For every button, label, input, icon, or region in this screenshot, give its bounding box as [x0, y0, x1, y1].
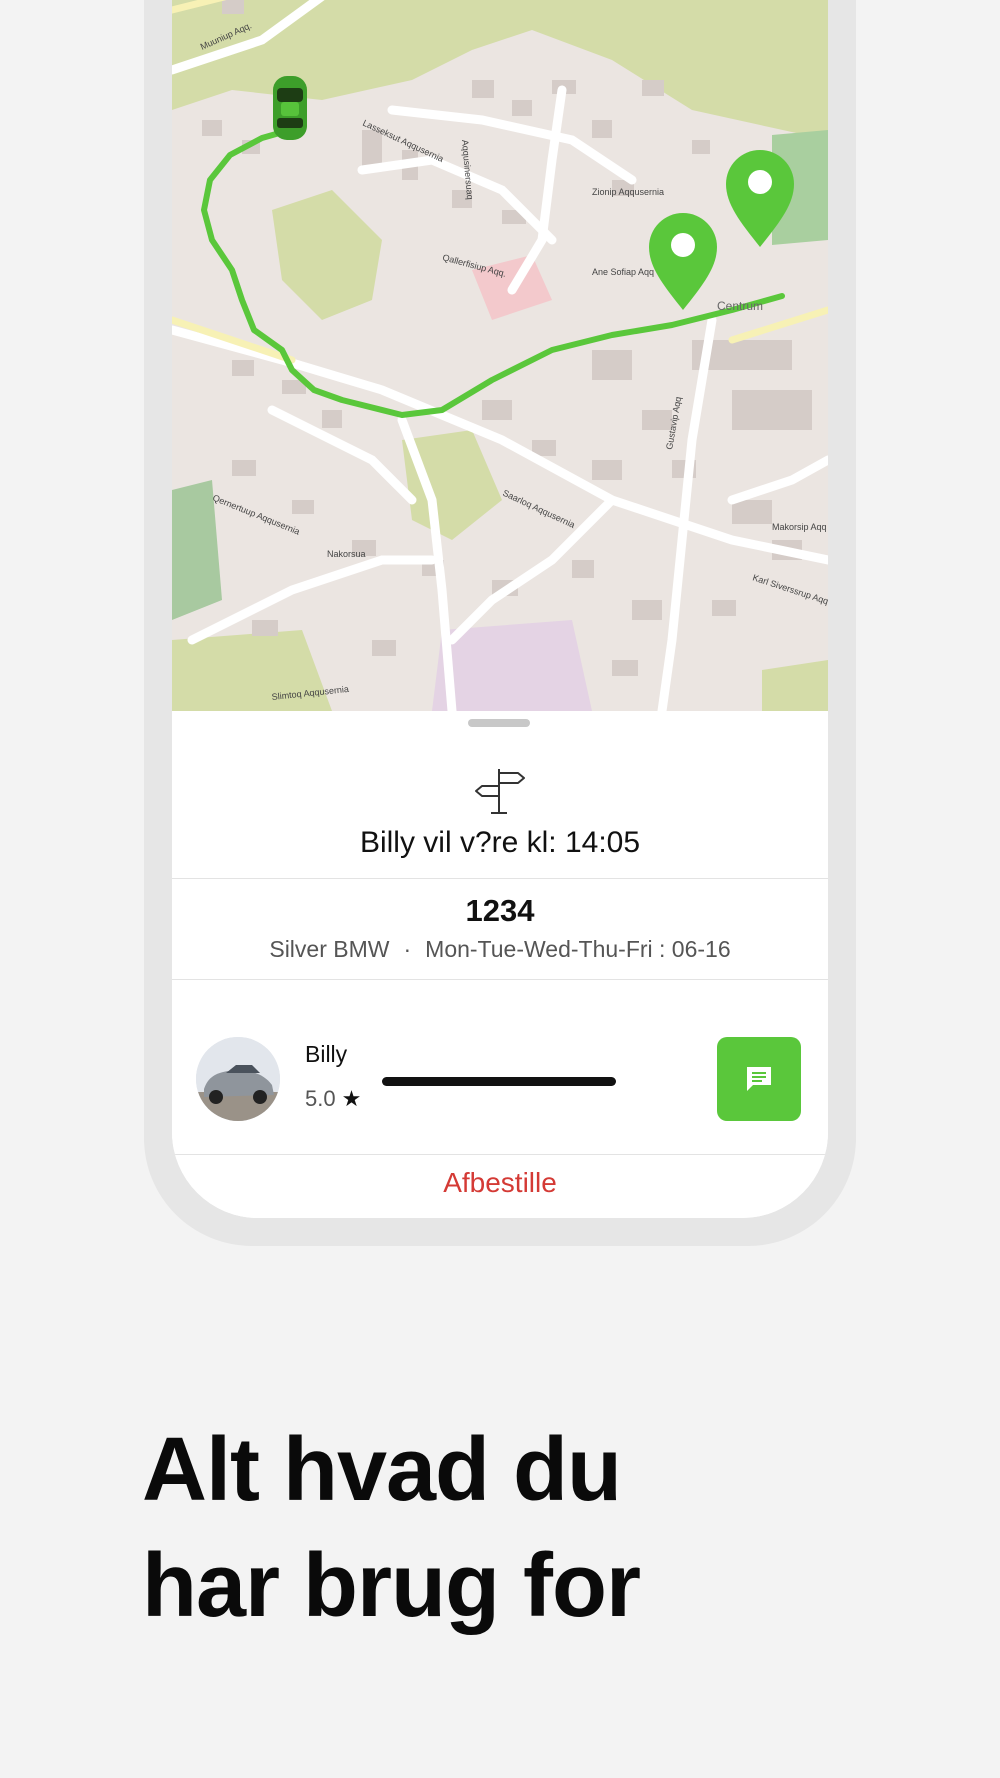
cancel-button[interactable]: Afbestille [172, 1167, 828, 1199]
headline-line: Alt hvad du [142, 1420, 622, 1520]
screenshot-stage: Muuniup Aqq. Lasseksut Aqqusernia Qaller… [0, 0, 1000, 1778]
vehicle-info: Silver BMW · Mon-Tue-Wed-Thu-Fri : 06-16 [172, 936, 828, 963]
map-view[interactable]: Muuniup Aqq. Lasseksut Aqqusernia Qaller… [172, 0, 828, 711]
car-icon [273, 76, 307, 140]
map-canvas[interactable]: Muuniup Aqq. Lasseksut Aqqusernia Qaller… [172, 0, 828, 711]
signpost-icon [472, 763, 528, 819]
marketing-headline: Alt hvad du har brug for [142, 1412, 902, 1644]
headline-line: har brug for [142, 1536, 641, 1636]
street-label: Makorsip Aqq [772, 522, 827, 532]
rating-value: 5.0 [305, 1086, 336, 1111]
license-plate: 1234 [465, 893, 535, 928]
sheet-grabber[interactable] [468, 719, 530, 727]
street-label: Nakorsua [327, 549, 366, 559]
chat-icon [747, 1067, 771, 1091]
driver-avatar[interactable] [196, 1037, 280, 1121]
phone-screen: Muuniup Aqq. Lasseksut Aqqusernia Qaller… [172, 0, 828, 1218]
street-label: Zionip Aqqusernia [592, 187, 664, 197]
chat-button[interactable] [717, 1037, 801, 1121]
vehicle-schedule: Mon-Tue-Wed-Thu-Fri : 06-16 [425, 936, 731, 962]
vehicle-description: Silver BMW [269, 936, 390, 962]
divider [172, 979, 828, 980]
driver-name: Billy [305, 1041, 348, 1067]
divider [172, 878, 828, 879]
street-label: Ane Sofiap Aqq [592, 267, 654, 277]
street-label: Centrum [717, 299, 763, 313]
eta-text: Billy vil v?re kl: 14:05 [359, 826, 641, 859]
separator: · [403, 936, 412, 962]
home-indicator [382, 1077, 616, 1086]
trip-sheet: Billy vil v?re kl: 14:05 1234 Silver BMW… [172, 711, 828, 1218]
star-icon: ★ [341, 1086, 362, 1111]
driver-rating: 5.0 ★ [305, 1086, 361, 1112]
divider [172, 1154, 828, 1155]
